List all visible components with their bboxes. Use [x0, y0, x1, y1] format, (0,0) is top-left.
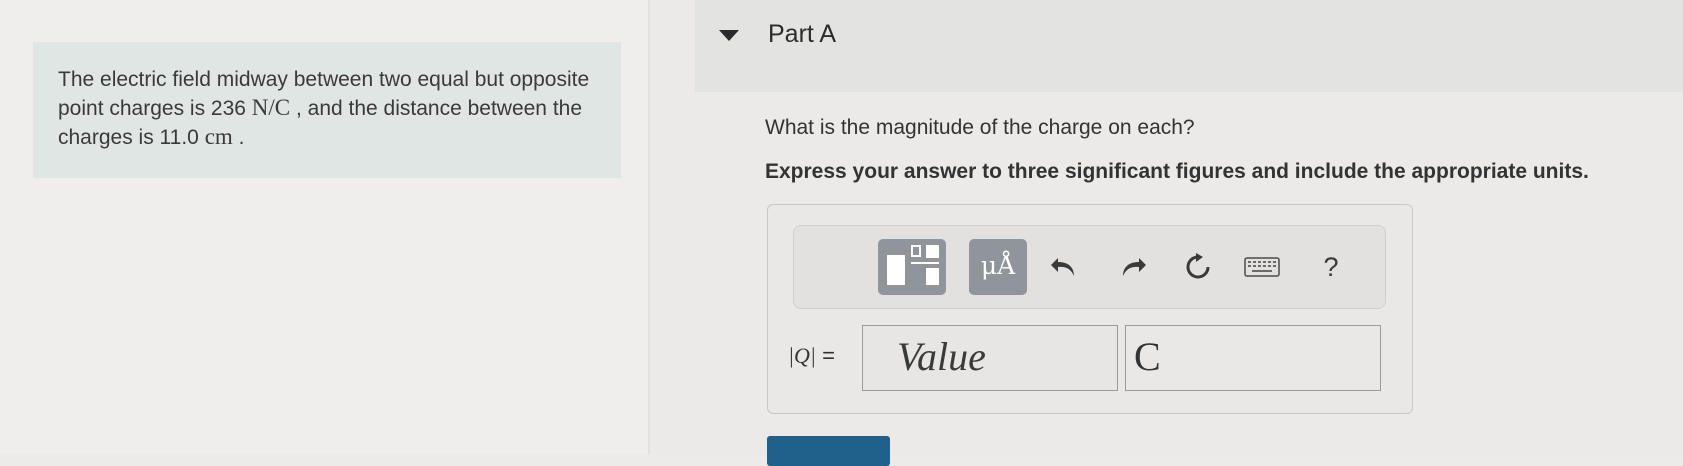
answer-variable: |Q| [788, 343, 816, 368]
units-label: μÅ [980, 251, 1016, 280]
field-unit: N/C [251, 95, 291, 120]
question-text: What is the magnitude of the charge on e… [765, 116, 1195, 139]
answer-equals: = [815, 343, 835, 368]
problem-statement: The electric field midway between two eq… [58, 66, 598, 152]
reset-icon[interactable] [1180, 250, 1216, 284]
collapse-caret-icon[interactable] [719, 30, 739, 41]
answer-instruction: Express your answer to three significant… [765, 160, 1589, 183]
answer-label: |Q| = [788, 343, 835, 369]
help-button[interactable]: ? [1313, 250, 1349, 284]
submit-button[interactable] [767, 436, 890, 466]
templates-button[interactable] [878, 239, 946, 295]
units-button[interactable]: μÅ [969, 239, 1027, 295]
undo-icon[interactable] [1047, 250, 1083, 284]
part-title[interactable]: Part A [768, 20, 836, 49]
redo-icon[interactable] [1114, 250, 1150, 284]
part-header[interactable] [695, 0, 1683, 92]
unit-input[interactable]: C [1125, 325, 1381, 391]
value-input[interactable]: Value [862, 325, 1118, 391]
keyboard-icon[interactable] [1244, 250, 1280, 284]
distance-unit: cm [204, 124, 233, 149]
problem-end: . [232, 126, 245, 149]
